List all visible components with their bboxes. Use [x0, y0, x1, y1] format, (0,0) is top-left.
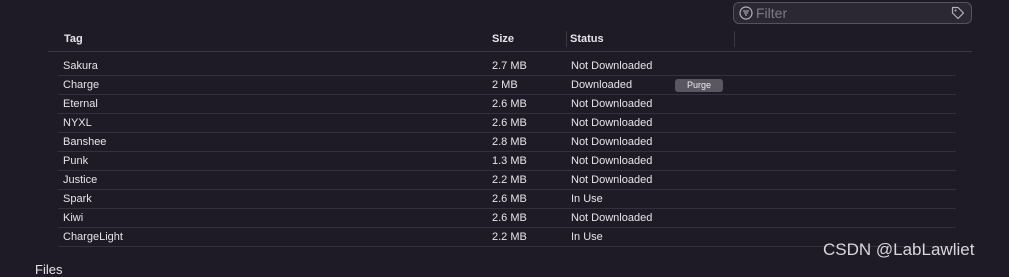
status-cell: In Use	[571, 193, 603, 205]
tag-cell: Banshee	[63, 136, 107, 148]
table-header: Tag Size Status	[48, 28, 972, 52]
table-row[interactable]: Kiwi 2.6 MB Not Downloaded	[58, 209, 956, 228]
tag-cell: ChargeLight	[63, 231, 123, 243]
tag-cell: Charge	[63, 79, 100, 91]
watermark: CSDN @LabLawliet	[823, 240, 975, 259]
status-cell: Downloaded	[571, 79, 633, 91]
column-divider[interactable]	[566, 31, 567, 47]
tag-cell: Punk	[63, 155, 89, 167]
size-cell: 2.6 MB	[492, 212, 527, 224]
tag-cell: Kiwi	[63, 212, 84, 224]
status-cell: Not Downloaded	[571, 117, 653, 129]
status-cell: Not Downloaded	[571, 174, 653, 186]
tag-cell: Justice	[63, 174, 98, 186]
tag-cell: NYXL	[63, 117, 92, 129]
table-row[interactable]: Eternal 2.6 MB Not Downloaded	[58, 95, 956, 114]
filter-icon	[739, 6, 753, 20]
size-cell: 2.2 MB	[492, 231, 527, 243]
column-header-status[interactable]: Status	[570, 33, 604, 45]
tag-cell: Spark	[63, 193, 92, 205]
status-cell: Not Downloaded	[571, 98, 653, 110]
size-cell: 2.6 MB	[492, 193, 527, 205]
size-cell: 2.2 MB	[492, 174, 527, 186]
tag-cell: Sakura	[63, 60, 98, 72]
status-cell: In Use	[571, 231, 603, 243]
table-row[interactable]: Sakura 2.7 MB Not Downloaded	[58, 57, 956, 76]
status-cell: Not Downloaded	[571, 60, 653, 72]
column-divider[interactable]	[734, 31, 735, 47]
column-header-size[interactable]: Size	[492, 33, 514, 45]
size-cell: 2.6 MB	[492, 117, 527, 129]
size-cell: 1.3 MB	[492, 155, 527, 167]
files-section-heading: Files	[35, 262, 63, 277]
table-row[interactable]: Spark 2.6 MB In Use	[58, 190, 956, 209]
filter-input[interactable]	[756, 4, 946, 22]
table-row[interactable]: Justice 2.2 MB Not Downloaded	[58, 171, 956, 190]
tag-cell: Eternal	[63, 98, 98, 110]
status-cell: Not Downloaded	[571, 136, 653, 148]
purge-button[interactable]: Purge	[675, 79, 723, 92]
size-cell: 2.6 MB	[492, 98, 527, 110]
column-header-tag[interactable]: Tag	[64, 33, 83, 45]
status-cell: Not Downloaded	[571, 212, 653, 224]
size-cell: 2 MB	[492, 79, 518, 91]
table-row[interactable]: NYXL 2.6 MB Not Downloaded	[58, 114, 956, 133]
size-cell: 2.7 MB	[492, 60, 527, 72]
table-row[interactable]: Banshee 2.8 MB Not Downloaded	[58, 133, 956, 152]
table-row[interactable]: Punk 1.3 MB Not Downloaded	[58, 152, 956, 171]
tag-table: Sakura 2.7 MB Not Downloaded Charge 2 MB…	[58, 57, 956, 247]
table-row[interactable]: Charge 2 MB Downloaded Purge	[58, 76, 956, 95]
filter-field[interactable]	[733, 2, 972, 24]
tag-icon[interactable]	[951, 6, 965, 20]
size-cell: 2.8 MB	[492, 136, 527, 148]
status-cell: Not Downloaded	[571, 155, 653, 167]
table-row[interactable]: ChargeLight 2.2 MB In Use	[58, 228, 956, 247]
